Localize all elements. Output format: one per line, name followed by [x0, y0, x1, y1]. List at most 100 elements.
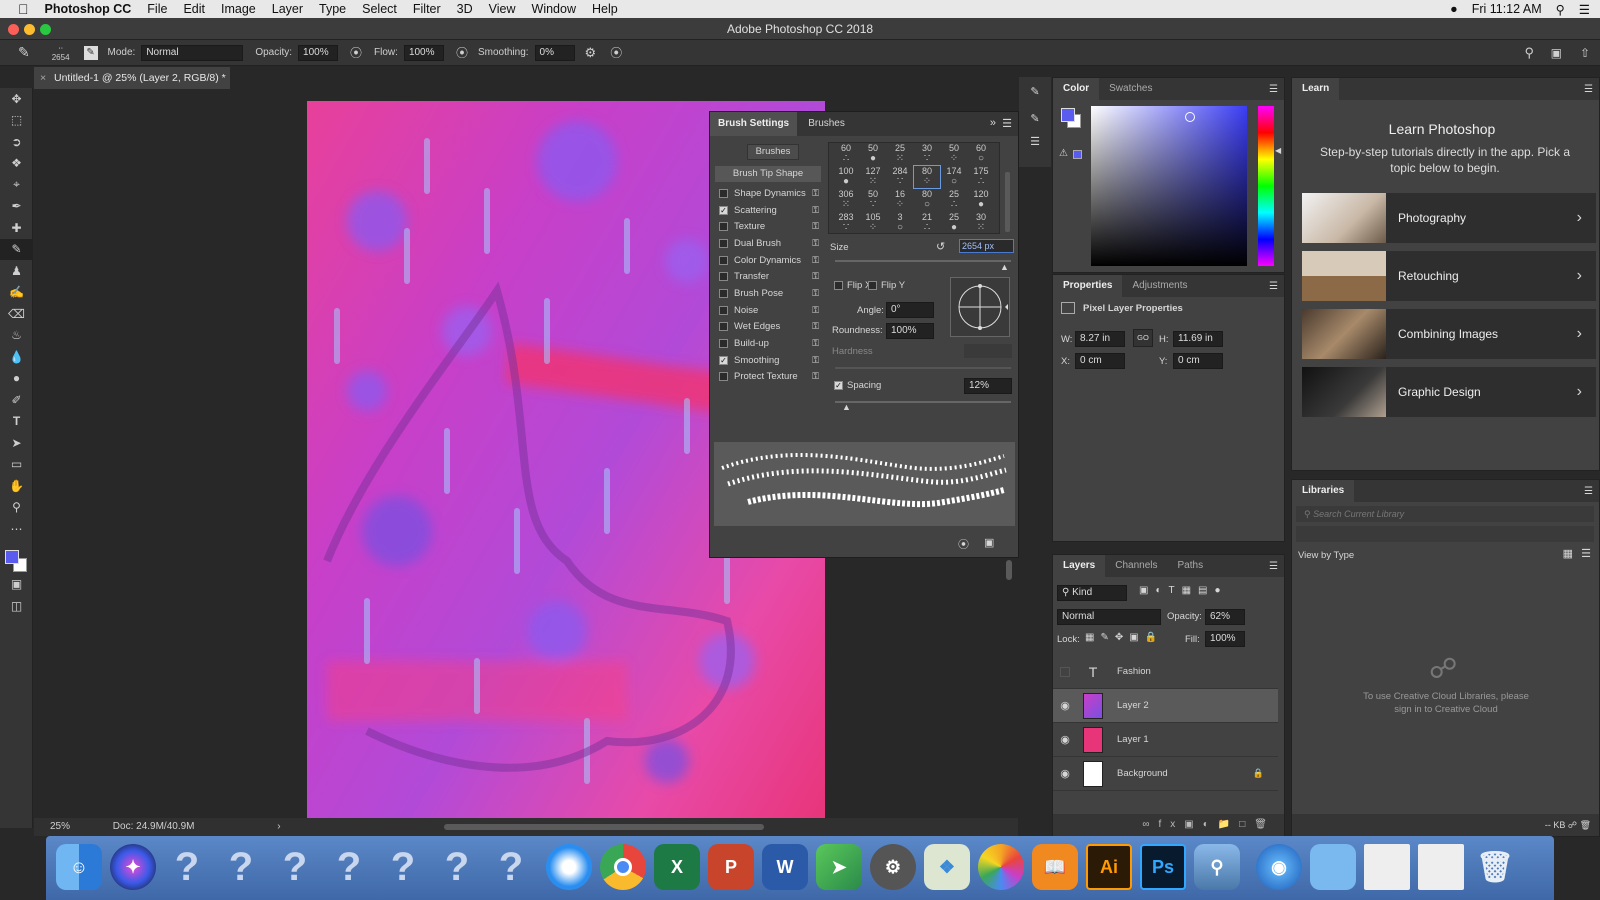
healing-tool-icon[interactable]: ✚ — [0, 217, 33, 239]
tab-adjustments[interactable]: Adjustments — [1122, 275, 1197, 297]
flip-x-checkbox[interactable] — [834, 281, 843, 290]
brush-tip-cell[interactable]: 25 ⁙ — [887, 143, 913, 165]
size-slider[interactable] — [835, 260, 1011, 262]
link-dimensions-button[interactable]: GO — [1133, 329, 1153, 347]
marquee-tool-icon[interactable]: ⬚ — [0, 110, 33, 132]
ibooks-icon[interactable]: 📖 — [1032, 844, 1078, 890]
spacing-slider[interactable] — [835, 401, 1011, 403]
search-icon[interactable]: ⚲ — [1524, 45, 1534, 61]
pressure-opacity-icon[interactable]: ⦿ — [350, 44, 362, 61]
eye-icon[interactable]: ◉ — [1053, 733, 1077, 746]
panel-menu-icon[interactable]: ☰ — [1584, 486, 1593, 497]
learn-item-combining-images[interactable]: Combining Images › — [1302, 309, 1596, 359]
learn-item-photography[interactable]: Photography › — [1302, 193, 1596, 243]
eye-icon[interactable]: ◉ — [1053, 767, 1077, 780]
illustrator-icon[interactable]: Ai — [1086, 844, 1132, 890]
list-view-icon[interactable]: ☰ — [1581, 547, 1591, 560]
workspace-icon[interactable]: ▣ — [1551, 46, 1562, 60]
brush-tip-cell[interactable]: 3 ○ — [887, 212, 913, 234]
history-brush-tool-icon[interactable]: ✍ — [0, 282, 33, 304]
brush-grid-scrollbar[interactable] — [1005, 172, 1010, 232]
placeholder-icon[interactable]: ? — [488, 844, 534, 890]
brush-tip-cell[interactable]: 50 ∵ — [860, 189, 886, 211]
brush-tip-cell[interactable]: 105 ⁘ — [860, 212, 886, 234]
brush-tip-cell[interactable]: 16 ⁘ — [887, 189, 913, 211]
menu-help[interactable]: Help — [584, 2, 626, 16]
color-field[interactable] — [1091, 106, 1247, 266]
brush-option-checkbox[interactable] — [719, 372, 728, 382]
chrome-icon[interactable] — [600, 844, 646, 890]
menu-select[interactable]: Select — [354, 2, 405, 16]
pressure-size-icon[interactable]: ⦿ — [610, 44, 622, 61]
layer-row[interactable]: ◉ Layer 2 — [1053, 689, 1278, 723]
brush-tip-cell[interactable]: 120 ● — [968, 189, 994, 211]
spotlight-icon[interactable]: ⚲ — [1556, 2, 1565, 17]
brush-option-color-dynamics[interactable]: Color Dynamics ⚿ — [715, 252, 821, 269]
grid-view-icon[interactable]: ▦ — [1563, 547, 1573, 560]
brush-option-checkbox[interactable] — [719, 322, 728, 332]
brush-option-checkbox[interactable] — [719, 255, 728, 265]
panel-menu-icon[interactable]: ☰ — [1269, 84, 1278, 95]
move-tool-icon[interactable]: ✥ — [0, 88, 33, 110]
brush-option-checkbox[interactable] — [719, 272, 728, 282]
smoothing-field[interactable]: 0% — [534, 44, 575, 61]
lock-icon[interactable]: ⚿ — [812, 371, 819, 382]
brush-option-checkbox[interactable] — [719, 305, 728, 315]
roundness-field[interactable]: 100% — [886, 323, 934, 339]
wifi-icon[interactable]: ● — [1450, 2, 1458, 16]
tab-libraries[interactable]: Libraries — [1292, 480, 1355, 502]
vertical-scrollbar[interactable] — [1006, 560, 1012, 580]
brush-option-transfer[interactable]: Transfer ⚿ — [715, 268, 821, 285]
crop-tool-icon[interactable]: ⌖ — [0, 174, 33, 196]
brush-tip-shape[interactable]: Brush Tip Shape — [715, 166, 821, 182]
flow-field[interactable]: 100% — [403, 44, 444, 61]
safari-icon[interactable]: ➚ — [546, 844, 592, 890]
tab-paths[interactable]: Paths — [1168, 555, 1214, 577]
layer-opacity-field[interactable]: 62% — [1205, 609, 1245, 625]
layer-lock-icon[interactable]: 🔒 — [1253, 768, 1264, 779]
lock-icon[interactable]: ⚿ — [812, 255, 819, 266]
brush-option-brush-pose[interactable]: Brush Pose ⚿ — [715, 285, 821, 302]
lock-icon[interactable]: ⚿ — [812, 355, 819, 366]
eye-icon[interactable]: ◉ — [1053, 699, 1077, 712]
tab-brushes[interactable]: Brushes — [800, 112, 853, 136]
notification-center-icon[interactable]: ☰ — [1579, 2, 1590, 17]
layer-name[interactable]: Layer 2 — [1117, 700, 1278, 711]
brush-tip-cell[interactable]: 21 ∴ — [914, 212, 940, 234]
menu-view[interactable]: View — [481, 2, 524, 16]
maps-icon[interactable]: ➤ — [816, 844, 862, 890]
menu-3d[interactable]: 3D — [449, 2, 481, 16]
view-by-type[interactable]: View by Type — [1298, 550, 1354, 561]
photos-icon[interactable] — [978, 844, 1024, 890]
panel-menu-icon[interactable]: ☰ — [1269, 561, 1278, 572]
brush-tip-cell[interactable]: 80 ○ — [914, 189, 940, 211]
filter-icons[interactable]: ▣◐T▦▤● — [1139, 585, 1228, 596]
lock-icon[interactable]: ⚿ — [812, 205, 819, 216]
menu-app[interactable]: Photoshop CC — [37, 2, 140, 16]
brush-tip-cell[interactable]: 284 ∵ — [887, 166, 913, 188]
window-icon[interactable] — [1364, 844, 1410, 890]
menu-edit[interactable]: Edit — [175, 2, 213, 16]
brush-option-smoothing[interactable]: ✓ Smoothing ⚿ — [715, 352, 821, 369]
brush-option-checkbox[interactable] — [719, 188, 728, 198]
word-icon[interactable]: W — [762, 844, 808, 890]
adjustment-layer-icon[interactable]: ◐ — [1203, 819, 1218, 830]
spacing-slider-handle[interactable]: ▲ — [842, 402, 851, 412]
layer-name[interactable]: Layer 1 — [1117, 734, 1278, 745]
add-mask-icon[interactable]: ▣ — [1184, 819, 1202, 830]
blend-mode-select[interactable]: Normal — [1057, 609, 1161, 625]
lock-icon[interactable]: ⚿ — [812, 221, 819, 232]
lock-icon[interactable]: ⚿ — [812, 271, 819, 282]
foreground-color-swatch[interactable] — [5, 549, 19, 564]
screen-mode-icon[interactable]: ◫ — [0, 595, 33, 617]
globe-icon[interactable]: ◉ — [1256, 844, 1302, 890]
library-search-input[interactable]: ⚲ Search Current Library — [1296, 506, 1594, 522]
angle-field[interactable]: 0° — [886, 302, 934, 318]
brush-option-dual-brush[interactable]: Dual Brush ⚿ — [715, 235, 821, 252]
panel-menu-icon[interactable]: ☰ — [1002, 117, 1012, 130]
more-tools-icon[interactable]: ⋯ — [0, 518, 33, 540]
lock-icon[interactable]: ⚿ — [812, 321, 819, 332]
mode-select[interactable]: Normal — [141, 44, 244, 61]
brush-panel-toggle-icon[interactable]: ✎ — [83, 45, 98, 60]
kind-filter[interactable]: ⚲ Kind — [1057, 585, 1127, 601]
